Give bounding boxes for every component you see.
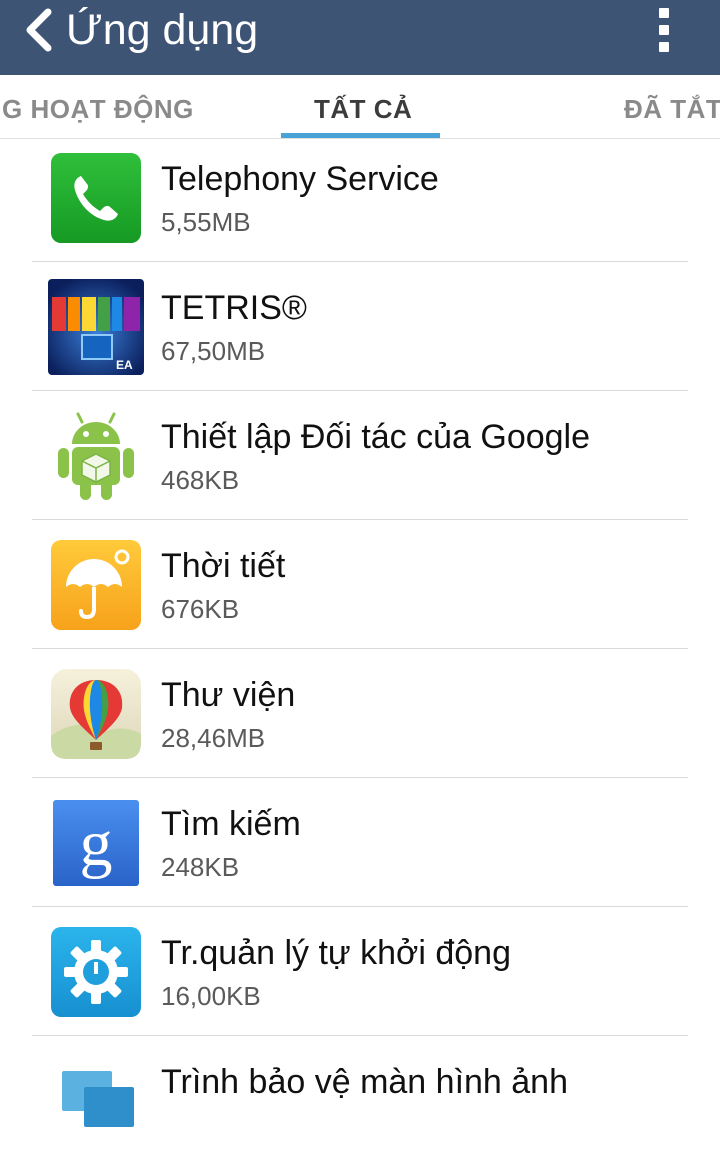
app-size: 468KB <box>161 465 240 495</box>
app-size: 676KB <box>161 594 240 624</box>
overflow-dot-icon <box>659 42 669 52</box>
app-name: Telephony Service <box>161 160 439 198</box>
google-search-icon: g <box>48 795 144 891</box>
app-size: 28,46MB <box>161 723 266 753</box>
list-item[interactable]: Trình bảo vệ màn hình ảnh <box>0 1043 720 1172</box>
overflow-menu-button[interactable] <box>648 4 680 56</box>
app-size: 16,00KB <box>161 981 261 1011</box>
page-title: Ứng dụng <box>66 6 259 54</box>
app-name: Thiết lập Đối tác của Google <box>161 418 591 456</box>
app-name: Tìm kiếm <box>161 805 301 843</box>
app-size: 5,55MB <box>161 207 251 237</box>
back-arrow-icon <box>26 8 52 52</box>
row-divider <box>32 1035 688 1036</box>
tab-bar: G HOẠT ĐỘNG TẤT CẢ ĐÃ TẮT <box>0 75 720 139</box>
app-name: Thư viện <box>161 676 296 714</box>
weather-icon <box>48 537 144 633</box>
overflow-dot-icon <box>659 25 669 35</box>
app-size: 67,50MB <box>161 336 266 366</box>
autostart-icon <box>48 924 144 1020</box>
row-divider <box>32 777 688 778</box>
action-bar: Ứng dụng <box>0 0 720 75</box>
list-item[interactable]: Tr.quản lý tự khởi động 16,00KB <box>0 914 720 1043</box>
row-divider <box>32 648 688 649</box>
row-divider <box>32 906 688 907</box>
back-button[interactable] <box>22 8 58 52</box>
list-item[interactable]: Thời tiết 676KB <box>0 527 720 656</box>
tab-running[interactable]: G HOẠT ĐỘNG <box>2 93 194 125</box>
row-divider <box>32 519 688 520</box>
screensaver-icon <box>48 1053 144 1149</box>
android-icon <box>48 408 144 504</box>
list-item[interactable]: EA TETRIS® 67,50MB <box>0 269 720 398</box>
overflow-dot-icon <box>659 8 669 18</box>
list-item[interactable]: Thiết lập Đối tác của Google 468KB <box>0 398 720 527</box>
list-item[interactable]: g Tìm kiếm 248KB <box>0 785 720 914</box>
row-divider <box>32 261 688 262</box>
app-name: Trình bảo vệ màn hình ảnh <box>161 1063 569 1101</box>
tab-disabled[interactable]: ĐÃ TẮT <box>624 93 720 125</box>
app-name: Tr.quản lý tự khởi động <box>161 934 511 972</box>
phone-icon <box>48 150 144 246</box>
list-item[interactable]: Thư viện 28,46MB <box>0 656 720 785</box>
tab-divider <box>0 138 720 139</box>
list-item[interactable]: Telephony Service 5,55MB <box>0 140 720 269</box>
svg-text:EA: EA <box>116 358 133 372</box>
gallery-icon <box>48 666 144 762</box>
app-name: Thời tiết <box>161 547 286 585</box>
app-name: TETRIS® <box>161 289 307 327</box>
svg-text:g: g <box>80 807 113 880</box>
tetris-icon: EA <box>48 279 144 375</box>
tab-all[interactable]: TẤT CẢ <box>314 93 412 125</box>
row-divider <box>32 390 688 391</box>
app-size: 248KB <box>161 852 240 882</box>
